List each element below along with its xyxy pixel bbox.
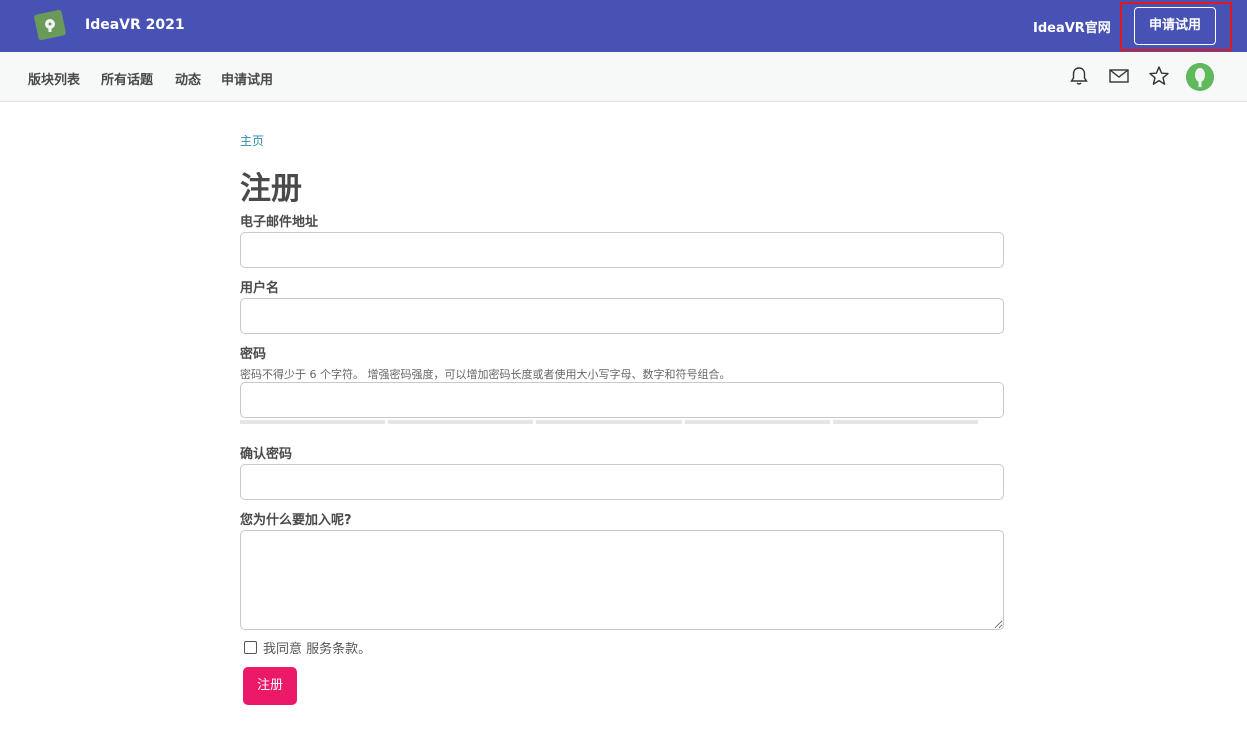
nav-bar: 版块列表 所有话题 动态 申请试用	[0, 52, 1247, 102]
strength-segment	[240, 420, 386, 424]
brand-title[interactable]: IdeaVR 2021	[85, 17, 185, 33]
email-label: 电子邮件地址	[240, 215, 319, 230]
username-label: 用户名	[240, 281, 280, 296]
nav-item-activity[interactable]: 动态	[175, 69, 201, 88]
username-field[interactable]	[240, 298, 1004, 334]
avatar[interactable]	[1186, 63, 1214, 91]
terms-label[interactable]: 我同意 服务条款。	[263, 638, 371, 657]
top-header: IdeaVR 2021 IdeaVR官网 申请试用	[0, 0, 1247, 52]
terms-checkbox[interactable]	[244, 641, 257, 654]
strength-segment	[832, 420, 979, 424]
email-field[interactable]	[240, 232, 1004, 268]
reason-label: 您为什么要加入呢?	[240, 513, 352, 528]
register-button[interactable]: 注册	[243, 667, 297, 705]
confirm-password-field[interactable]	[240, 464, 1004, 500]
strength-segment	[684, 420, 830, 424]
password-strength-meter	[240, 420, 979, 424]
terms-agreement: 我同意 服务条款。	[244, 638, 371, 657]
lightbulb-logo-icon[interactable]	[33, 9, 67, 41]
user-avatar-icon	[1186, 63, 1214, 91]
bell-icon[interactable]	[1068, 65, 1090, 87]
password-label: 密码	[240, 347, 267, 362]
strength-segment	[536, 420, 682, 424]
mail-icon[interactable]	[1108, 65, 1130, 87]
page-title: 注册	[240, 171, 302, 207]
confirm-password-label: 确认密码	[240, 447, 293, 462]
reason-textarea[interactable]	[240, 530, 1004, 630]
strength-segment	[388, 420, 534, 424]
nav-item-all-topics[interactable]: 所有话题	[101, 69, 153, 88]
nav-item-categories[interactable]: 版块列表	[28, 69, 80, 88]
breadcrumb-home[interactable]: 主页	[240, 132, 264, 149]
official-site-link[interactable]: IdeaVR官网	[1033, 17, 1111, 36]
nav-item-apply-trial[interactable]: 申请试用	[221, 69, 273, 88]
password-hint: 密码不得少于 6 个字符。 增强密码强度，可以增加密码长度或者使用大小写字母、数…	[240, 368, 731, 381]
highlight-box	[1120, 2, 1232, 51]
star-icon[interactable]	[1148, 65, 1170, 87]
password-field[interactable]	[240, 382, 1004, 418]
